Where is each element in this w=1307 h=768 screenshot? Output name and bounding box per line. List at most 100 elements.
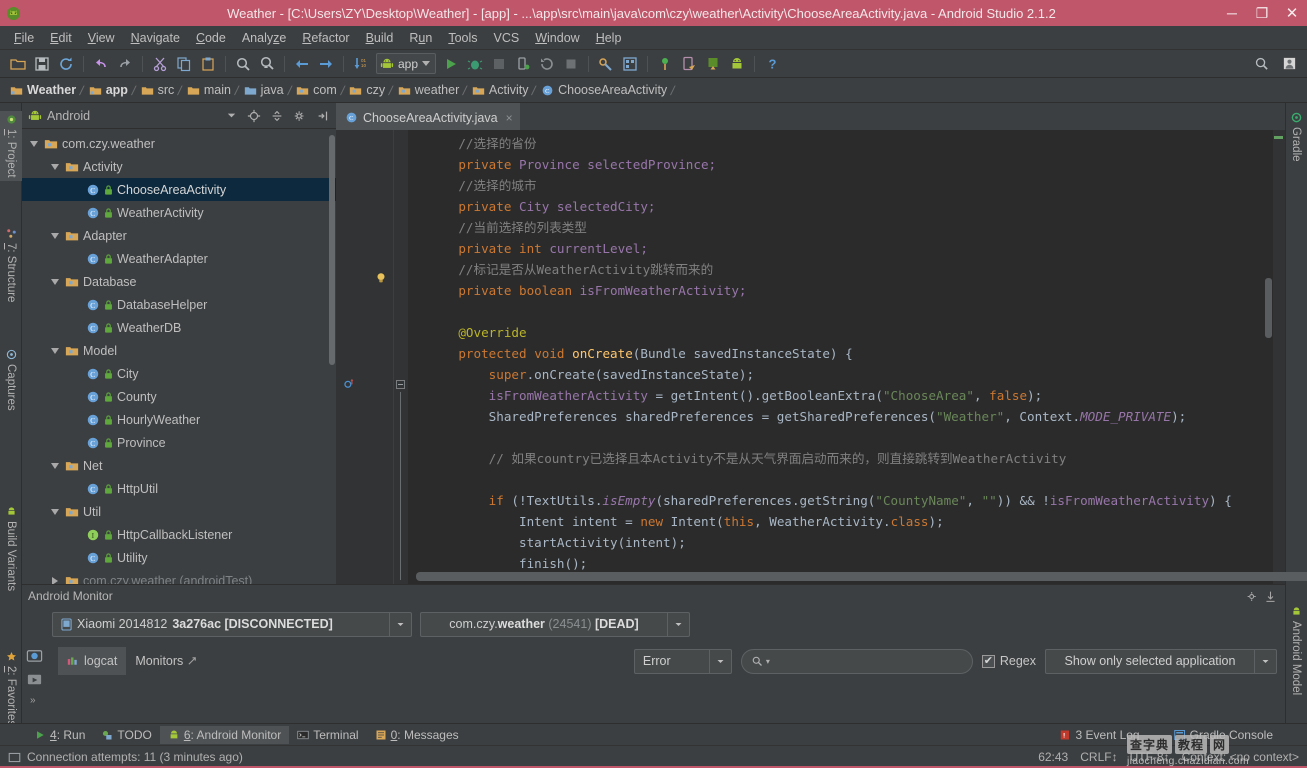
copy-icon[interactable] [172, 52, 196, 76]
code-line[interactable]: SharedPreferences sharedPreferences = ge… [408, 406, 1285, 427]
back-icon[interactable] [290, 52, 314, 76]
run-icon[interactable] [439, 52, 463, 76]
menu-build[interactable]: Build [358, 28, 402, 48]
code-line[interactable]: private int currentLevel; [408, 238, 1285, 259]
tree-item[interactable]: Net [22, 454, 336, 477]
chevron-down-icon[interactable] [47, 163, 63, 170]
rerun-icon[interactable] [535, 52, 559, 76]
bottom-tab-android-monitor[interactable]: 6: Android Monitor [159, 725, 290, 744]
menu-code[interactable]: Code [188, 28, 234, 48]
search-dropdown-arrow[interactable]: ▾ [766, 657, 770, 666]
regex-checkbox[interactable]: ✔ Regex [981, 654, 1036, 668]
editor-tab-chooseareaactivity[interactable]: C ChooseAreaActivity.java × [336, 103, 520, 130]
menu-run[interactable]: Run [401, 28, 440, 48]
save-all-icon[interactable] [30, 52, 54, 76]
breadcrumb-item-com[interactable]: com [292, 81, 340, 99]
paste-icon[interactable] [196, 52, 220, 76]
chevron-down-icon[interactable] [667, 612, 689, 636]
detach-icon[interactable] [187, 656, 198, 667]
forward-icon[interactable] [314, 52, 338, 76]
code-line[interactable]: private boolean isFromWeatherActivity; [408, 280, 1285, 301]
cut-icon[interactable] [148, 52, 172, 76]
stop-icon[interactable] [559, 52, 583, 76]
menu-help[interactable]: Help [588, 28, 630, 48]
menu-file[interactable]: File [6, 28, 42, 48]
file-encoding[interactable]: UTF-8↕ [1130, 750, 1170, 764]
chevron-down-icon[interactable] [47, 278, 63, 285]
locate-icon[interactable] [245, 107, 263, 125]
tree-item[interactable]: com.czy.weather (androidTest) [22, 569, 336, 584]
attach-debugger-icon[interactable] [511, 52, 535, 76]
tree-item[interactable]: Util [22, 500, 336, 523]
maximize-button[interactable]: ❐ [1247, 0, 1277, 26]
tree-item[interactable]: C WeatherAdapter [22, 247, 336, 270]
application-filter-selector[interactable]: Show only selected application [1045, 648, 1277, 674]
sidebar-item-project[interactable]: 1: Project [0, 111, 22, 181]
undo-icon[interactable] [89, 52, 113, 76]
bottom-tab-gradle-console[interactable]: Gradle Console [1166, 726, 1281, 744]
tree-item[interactable]: C HttpUtil [22, 477, 336, 500]
chevron-down-icon[interactable] [708, 649, 731, 673]
code-line[interactable] [408, 427, 1285, 448]
breadcrumb-item-weather[interactable]: Weather [6, 81, 79, 99]
chevron-down-icon[interactable] [26, 140, 42, 147]
tree-item[interactable]: C Utility [22, 546, 336, 569]
find-icon[interactable] [231, 52, 255, 76]
context-indicator[interactable]: Context: <no context> [1182, 750, 1299, 764]
editor-error-stripe[interactable] [1273, 130, 1285, 584]
tree-item[interactable]: Adapter [22, 224, 336, 247]
code-line[interactable]: private Province selectedProvince; [408, 154, 1285, 175]
tree-item[interactable]: C WeatherActivity [22, 201, 336, 224]
tab-logcat[interactable]: logcat [58, 647, 127, 675]
tree-item[interactable]: C City [22, 362, 336, 385]
sync-icon[interactable] [54, 52, 78, 76]
process-selector[interactable]: com.czy.weather (24541) [DEAD] [420, 611, 690, 637]
sidebar-item-captures[interactable]: Captures [0, 346, 22, 414]
chevron-down-icon[interactable] [422, 61, 431, 66]
tree-item[interactable]: C WeatherDB [22, 316, 336, 339]
menu-vcs[interactable]: VCS [486, 28, 528, 48]
tree-item[interactable]: C HourlyWeather [22, 408, 336, 431]
sidebar-item-android-model[interactable]: Android Model [1285, 603, 1307, 698]
menu-analyze[interactable]: Analyze [234, 28, 294, 48]
editor-horizontal-scrollbar[interactable] [416, 572, 1307, 581]
breadcrumb-item-src[interactable]: src [137, 81, 178, 99]
tree-item[interactable]: Database [22, 270, 336, 293]
screen-record-icon[interactable] [26, 671, 43, 691]
code-line[interactable]: protected void onCreate(Bundle savedInst… [408, 343, 1285, 364]
chevron-down-icon[interactable] [389, 612, 411, 636]
open-folder-icon[interactable] [6, 52, 30, 76]
tree-item[interactable]: C ChooseAreaActivity [22, 178, 336, 201]
breadcrumb-item-activity[interactable]: Activity [468, 81, 532, 99]
code-line[interactable]: Intent intent = new Intent(this, Weather… [408, 511, 1285, 532]
code-line[interactable]: @Override [408, 322, 1285, 343]
android-profiler-icon[interactable] [725, 52, 749, 76]
sdk-manager-icon[interactable] [594, 52, 618, 76]
bottom-tab-terminal[interactable]: Terminal [289, 726, 366, 744]
minimize-button[interactable]: ─ [1217, 0, 1247, 26]
tree-item[interactable]: Activity [22, 155, 336, 178]
close-icon[interactable]: × [506, 111, 513, 125]
device-monitor-icon[interactable] [677, 52, 701, 76]
chevron-down-icon[interactable] [47, 232, 63, 239]
avd-icon[interactable] [701, 52, 725, 76]
menu-navigate[interactable]: Navigate [123, 28, 188, 48]
project-tree[interactable]: com.czy.weather Activity C ChooseAreaActivi… [22, 129, 336, 584]
menu-window[interactable]: Window [527, 28, 587, 48]
bottom-tab-messages[interactable]: 0: Messages [367, 726, 467, 744]
tree-item[interactable]: C Province [22, 431, 336, 454]
redo-icon[interactable] [113, 52, 137, 76]
override-method-icon[interactable] [343, 377, 356, 393]
code-line[interactable]: super.onCreate(savedInstanceState); [408, 364, 1285, 385]
logcat-search-input[interactable]: ▾ [740, 648, 973, 674]
chevron-down-icon[interactable] [1254, 649, 1276, 673]
chevron-down-icon[interactable] [222, 107, 240, 125]
hide-icon[interactable] [314, 107, 332, 125]
run-configuration-selector[interactable]: app [376, 53, 437, 74]
breadcrumb-item-app[interactable]: app [85, 81, 131, 99]
close-button[interactable]: ✕ [1277, 0, 1307, 26]
user-account-icon[interactable] [1277, 52, 1301, 76]
code-line[interactable]: private City selectedCity; [408, 196, 1285, 217]
project-tree-scrollbar[interactable] [329, 135, 335, 365]
tree-item[interactable]: I HttpCallbackListener [22, 523, 336, 546]
